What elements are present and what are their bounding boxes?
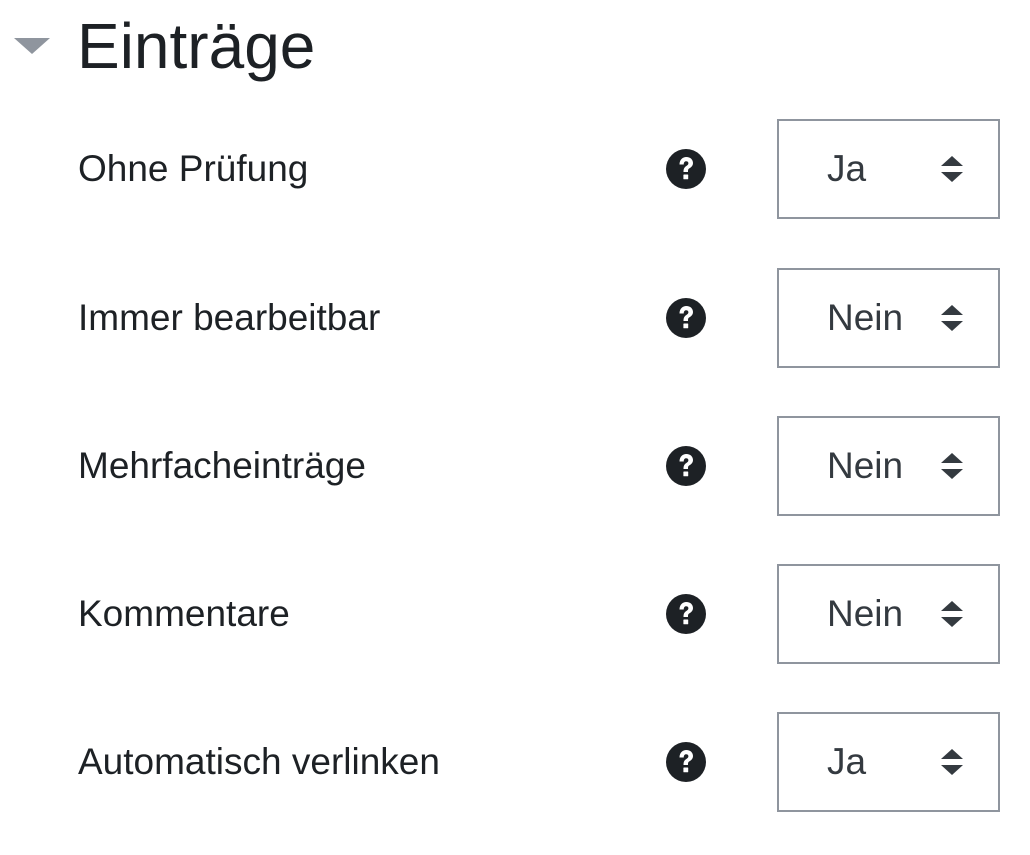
select-value: Ja: [827, 741, 867, 782]
sort-arrows-icon: [940, 153, 964, 185]
sort-arrows-icon: [940, 598, 964, 630]
question-circle-icon[interactable]: [665, 148, 707, 190]
setting-label: Kommentare: [78, 593, 290, 634]
select-value: Nein: [827, 297, 904, 338]
section-title: Einträge: [77, 10, 316, 82]
caret-down-icon[interactable]: [12, 36, 52, 56]
question-circle-icon[interactable]: [665, 741, 707, 783]
section-header: Einträge: [0, 0, 1030, 100]
setting-row-ohne-pruefung: Ohne Prüfung Ja: [0, 119, 1030, 219]
select-ohne-pruefung[interactable]: Ja: [777, 119, 1000, 219]
setting-label: Automatisch verlinken: [78, 741, 440, 782]
question-circle-icon[interactable]: [665, 593, 707, 635]
setting-label: Mehrfacheinträge: [78, 445, 366, 486]
select-value: Ja: [827, 148, 867, 189]
setting-row-kommentare: Kommentare Nein: [0, 564, 1030, 664]
question-circle-icon[interactable]: [665, 297, 707, 339]
select-value: Nein: [827, 445, 904, 486]
sort-arrows-icon: [940, 302, 964, 334]
select-mehrfacheintraege[interactable]: Nein: [777, 416, 1000, 516]
sort-arrows-icon: [940, 746, 964, 778]
select-automatisch-verlinken[interactable]: Ja: [777, 712, 1000, 812]
setting-row-mehrfacheintraege: Mehrfacheinträge Nein: [0, 416, 1030, 516]
question-circle-icon[interactable]: [665, 445, 707, 487]
setting-row-immer-bearbeitbar: Immer bearbeitbar Nein: [0, 268, 1030, 368]
setting-label: Ohne Prüfung: [78, 148, 309, 189]
select-kommentare[interactable]: Nein: [777, 564, 1000, 664]
select-value: Nein: [827, 593, 904, 634]
select-immer-bearbeitbar[interactable]: Nein: [777, 268, 1000, 368]
setting-row-automatisch-verlinken: Automatisch verlinken Ja: [0, 712, 1030, 812]
sort-arrows-icon: [940, 450, 964, 482]
setting-label: Immer bearbeitbar: [78, 297, 381, 338]
